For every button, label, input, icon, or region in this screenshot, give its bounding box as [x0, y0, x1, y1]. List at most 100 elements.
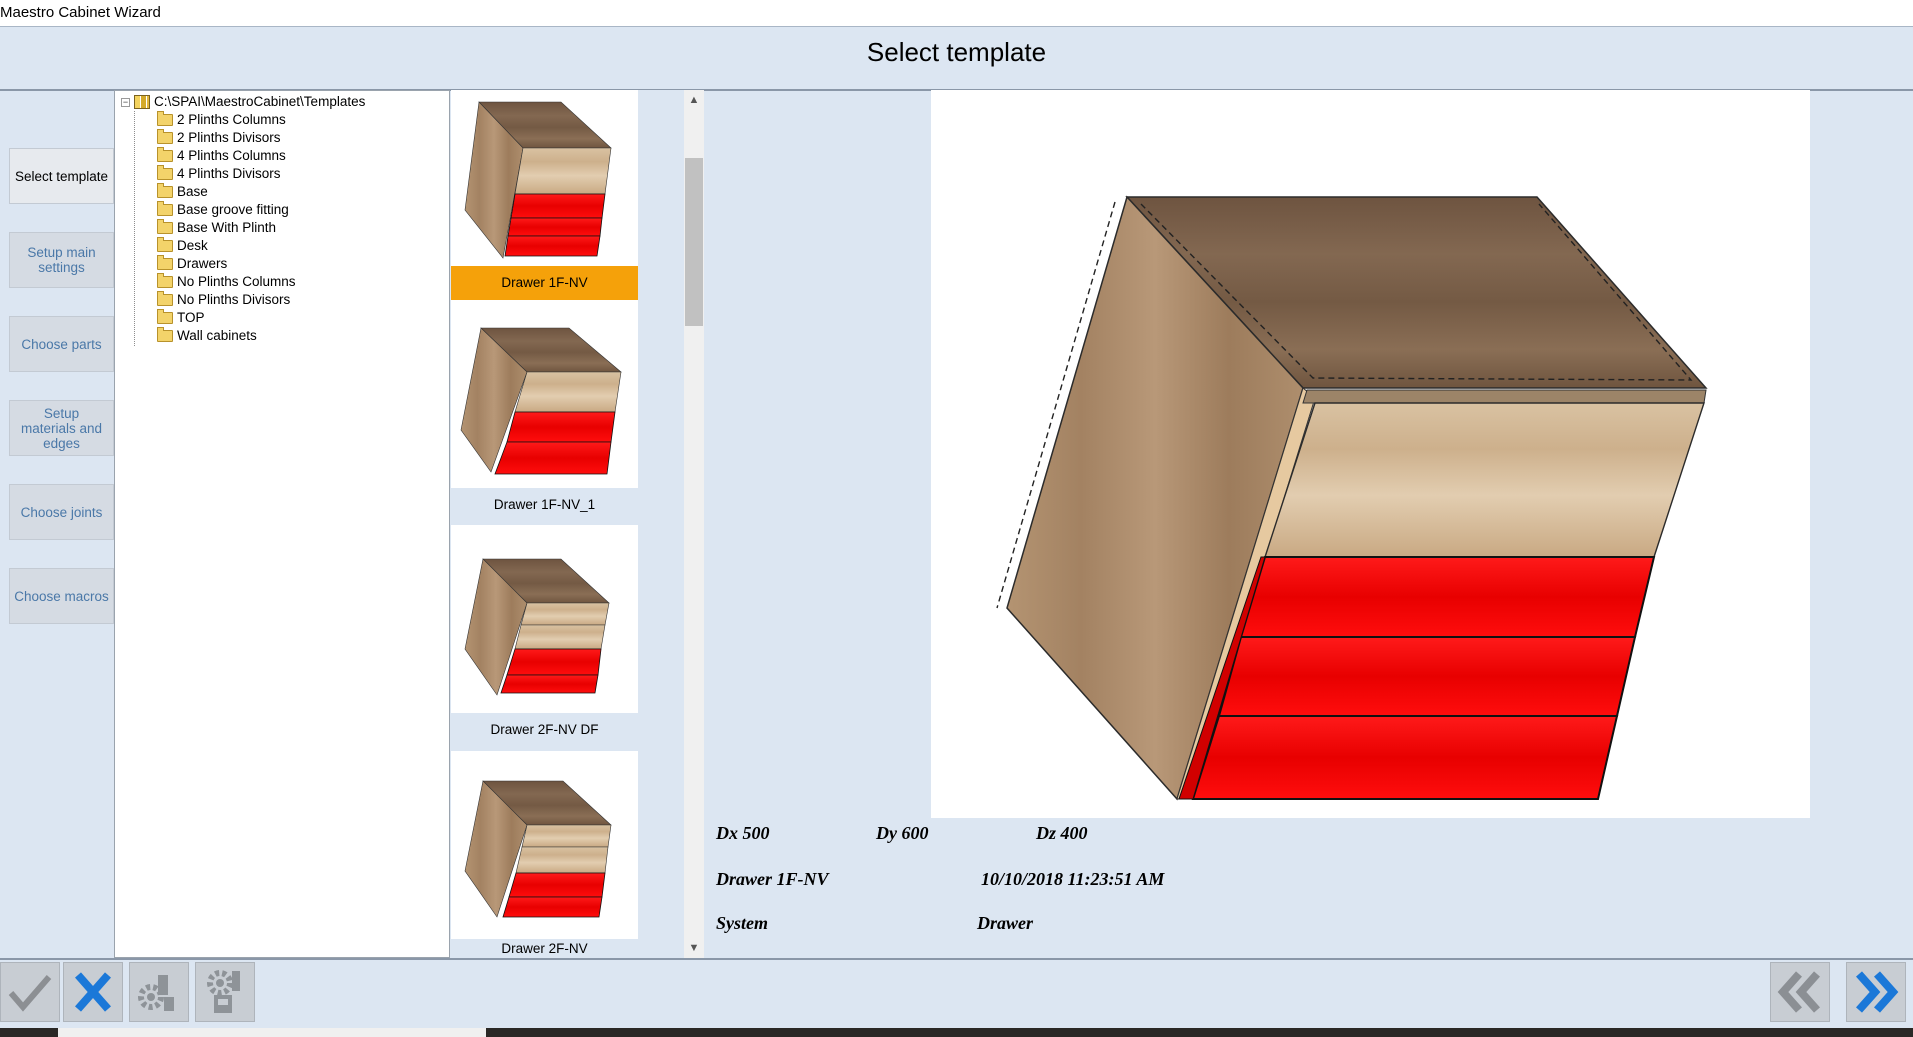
tree-folder[interactable]: No Plinths Columns	[157, 273, 296, 291]
double-chevron-left-icon	[1777, 971, 1820, 1013]
tree-folder[interactable]: Base	[157, 183, 208, 201]
cabinet-thumbnail-image	[464, 558, 610, 696]
settings-button[interactable]	[129, 962, 189, 1022]
tree-folder[interactable]: Base With Plinth	[157, 219, 276, 237]
folder-icon	[157, 327, 173, 342]
step-label: Setup main settings	[27, 245, 96, 275]
cancel-button[interactable]	[63, 962, 123, 1022]
tree-folder[interactable]: 2 Plinths Columns	[157, 111, 286, 129]
step-choose-parts[interactable]: Choose parts	[9, 316, 114, 372]
gear-save-icon	[207, 970, 240, 1013]
tree-guide-line	[134, 111, 136, 346]
tree-folder-label: No Plinths Divisors	[177, 292, 291, 307]
tree-folder-label: 2 Plinths Columns	[177, 112, 286, 127]
bottom-toolbar	[0, 958, 1913, 1030]
folder-icon	[157, 273, 173, 288]
step-choose-joints[interactable]: Choose joints	[9, 484, 114, 540]
tree-folder-label: Wall cabinets	[177, 328, 257, 343]
folder-icon	[157, 183, 173, 198]
step-label: Choose parts	[21, 336, 102, 352]
folder-icon	[157, 237, 173, 252]
tree-folder-label: 2 Plinths Divisors	[177, 130, 281, 145]
step-label: Choose macros	[14, 588, 109, 604]
template-thumbnail[interactable]	[451, 525, 638, 713]
tree-root[interactable]: − C:\SPAI\MaestroCabinet\Templates	[121, 93, 365, 111]
check-icon	[8, 975, 52, 1012]
thumbnail-scrollbar[interactable]: ▲ ▼	[684, 90, 704, 958]
template-thumbnail[interactable]	[451, 300, 638, 488]
tree-folder[interactable]: TOP	[157, 309, 205, 327]
folder-icon	[157, 219, 173, 234]
template-name: Drawer 1F-NV	[716, 869, 829, 889]
template-preview	[931, 90, 1810, 818]
step-setup-materials[interactable]: Setup materials and edges	[9, 400, 114, 456]
scroll-down-icon[interactable]: ▼	[684, 938, 704, 958]
taskbar-segment	[58, 1028, 486, 1037]
template-thumbnail[interactable]	[451, 90, 638, 266]
step-label: Choose joints	[20, 504, 103, 520]
tree-folder-label: Base	[177, 184, 208, 199]
cabinet-preview-image	[996, 195, 1708, 801]
wizard-header: Select template	[0, 26, 1913, 91]
tree-folder-label: Base With Plinth	[177, 220, 277, 235]
template-owner: System	[716, 913, 768, 933]
tree-folder[interactable]: Desk	[157, 237, 208, 255]
next-button[interactable]	[1846, 962, 1906, 1022]
template-thumbnail-list[interactable]: Drawer 1F-NV Drawer 1F-NV_1 Drawer 2F-NV…	[451, 90, 686, 958]
template-label[interactable]: Drawer 1F-NV	[451, 266, 638, 300]
tree-folder[interactable]: Wall cabinets	[157, 327, 257, 345]
template-thumbnail[interactable]	[451, 751, 638, 939]
folder-icon	[157, 309, 173, 324]
gears-icon	[138, 975, 174, 1011]
tree-folder-label: Base groove fitting	[177, 202, 289, 217]
step-label: Select template	[14, 168, 109, 184]
tree-folder-label: Drawers	[177, 256, 228, 271]
template-label[interactable]: Drawer 2F-NV DF	[451, 713, 638, 747]
step-select-template[interactable]: Select template	[9, 148, 114, 204]
tree-folder[interactable]: Drawers	[157, 255, 227, 273]
folder-icon	[157, 129, 173, 144]
folder-icon	[157, 165, 173, 180]
scroll-up-icon[interactable]: ▲	[684, 90, 704, 110]
tree-folder-label: Desk	[177, 238, 208, 253]
scrollbar-thumb[interactable]	[685, 158, 703, 326]
page-title: Select template	[866, 37, 1047, 67]
tree-folder[interactable]: 4 Plinths Columns	[157, 147, 286, 165]
tree-folder-label: 4 Plinths Divisors	[177, 166, 281, 181]
folder-icon	[157, 255, 173, 270]
tree-folder[interactable]: 2 Plinths Divisors	[157, 129, 281, 147]
double-chevron-right-icon	[1856, 971, 1899, 1013]
taskbar-strip	[0, 1028, 1913, 1037]
step-choose-macros[interactable]: Choose macros	[9, 568, 114, 624]
ok-button[interactable]	[0, 962, 60, 1022]
template-category: Drawer	[977, 913, 1034, 933]
cabinet-thumbnail-image	[464, 780, 612, 918]
books-icon	[134, 95, 150, 109]
tools-button[interactable]	[195, 962, 255, 1022]
tree-folder[interactable]: 4 Plinths Divisors	[157, 165, 281, 183]
tree-folder[interactable]: Base groove fitting	[157, 201, 289, 219]
dimension-dz: Dz 400	[1036, 823, 1088, 843]
back-button[interactable]	[1770, 962, 1830, 1022]
collapse-icon[interactable]: −	[121, 97, 130, 107]
tree-root-label: C:\SPAI\MaestroCabinet\Templates	[154, 94, 366, 109]
folder-icon	[157, 111, 173, 126]
template-label[interactable]: Drawer 1F-NV_1	[451, 488, 638, 522]
folder-icon	[157, 291, 173, 306]
tree-folder[interactable]: No Plinths Divisors	[157, 291, 290, 309]
template-folder-tree[interactable]: − C:\SPAI\MaestroCabinet\Templates 2 Pli…	[114, 90, 450, 958]
window-titlebar: Maestro Cabinet Wizard	[0, 0, 1913, 26]
folder-icon	[157, 201, 173, 216]
cabinet-thumbnail-image	[460, 327, 622, 475]
tree-folder-label: 4 Plinths Columns	[177, 148, 286, 163]
template-label[interactable]: Drawer 2F-NV	[451, 939, 638, 958]
tree-folder-label: TOP	[177, 310, 205, 325]
window-title: Maestro Cabinet Wizard	[0, 4, 161, 21]
tree-folder-label: No Plinths Columns	[177, 274, 296, 289]
folder-icon	[157, 147, 173, 162]
dimension-dx: Dx 500	[716, 823, 770, 843]
cabinet-thumbnail-image	[464, 101, 612, 259]
x-icon	[75, 972, 111, 1012]
step-label: Setup materials and edges	[20, 405, 103, 451]
step-setup-main-settings[interactable]: Setup main settings	[9, 232, 114, 288]
